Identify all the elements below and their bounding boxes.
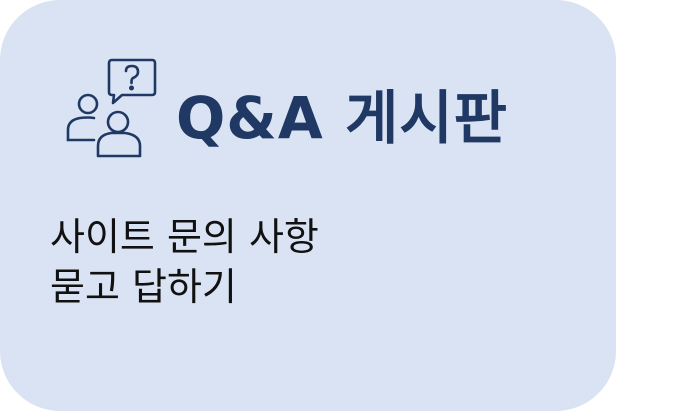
board-description: 사이트 문의 사항 묻고 답하기 xyxy=(50,212,319,312)
description-line-2: 묻고 답하기 xyxy=(50,265,237,309)
qa-board-card[interactable]: Q&A 게시판 사이트 문의 사항 묻고 답하기 xyxy=(0,0,616,411)
qa-discussion-icon xyxy=(66,58,157,158)
board-title: Q&A 게시판 xyxy=(176,84,509,152)
description-line-1: 사이트 문의 사항 xyxy=(50,215,319,259)
